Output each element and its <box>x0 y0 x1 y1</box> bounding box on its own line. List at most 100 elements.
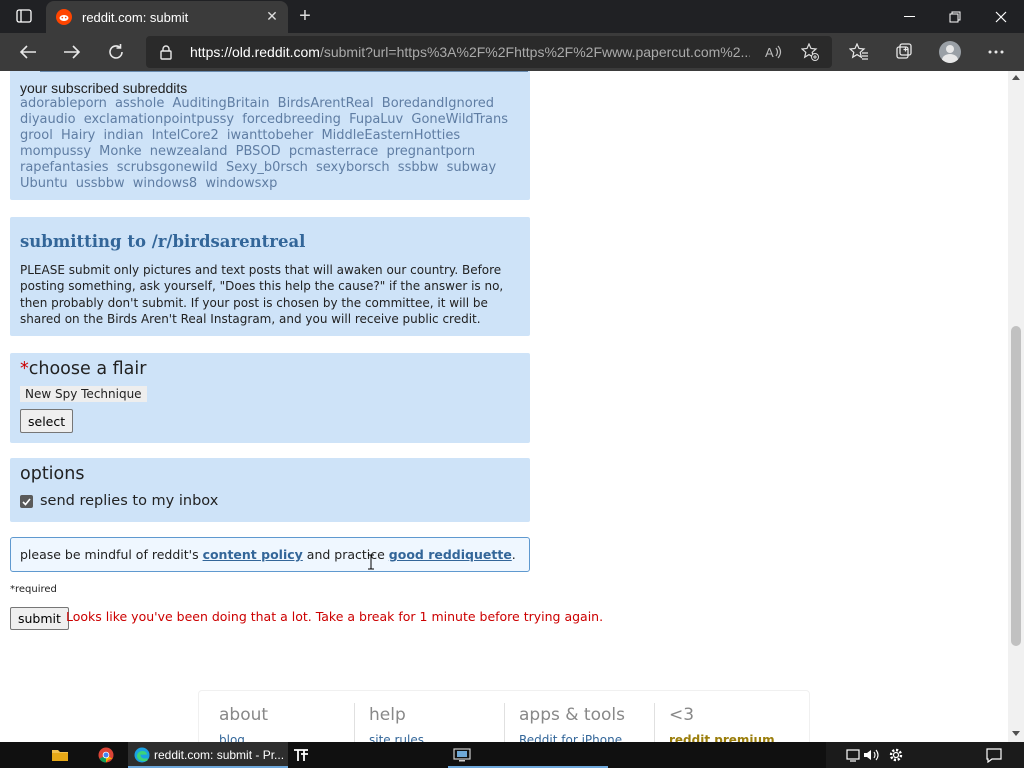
subreddit-link[interactable]: Monke <box>99 144 141 159</box>
subreddit-link[interactable]: mompussy <box>20 144 91 159</box>
flair-title-text: choose a flair <box>28 359 147 379</box>
footer-col-help: help site rules <box>369 705 424 742</box>
footer-link[interactable]: reddit premium <box>669 733 775 742</box>
subreddit-link[interactable]: sexyborsch <box>316 160 390 175</box>
minimize-icon[interactable] <box>886 0 932 33</box>
chrome-icon[interactable] <box>92 742 120 768</box>
taskbar-window-label: reddit.com: submit - Pr... <box>154 748 285 762</box>
read-aloud-icon[interactable]: A <box>764 42 784 62</box>
subreddit-link[interactable]: windowsxp <box>205 176 277 191</box>
subreddit-link[interactable]: adorableporn <box>20 96 107 111</box>
scrollbar-thumb[interactable] <box>1011 326 1021 646</box>
subreddit-link[interactable]: scrubsgonewild <box>117 160 218 175</box>
subreddit-link[interactable]: BirdsArentReal <box>278 96 374 111</box>
subreddit-link[interactable]: Sexy_b0rsch <box>226 160 308 175</box>
text-app-icon[interactable] <box>290 742 312 768</box>
remote-desktop-icon[interactable] <box>450 742 474 768</box>
subreddit-link[interactable]: Ubuntu <box>20 176 68 191</box>
subreddit-link[interactable]: windows8 <box>133 176 197 191</box>
submit-button[interactable]: submit <box>10 607 69 630</box>
back-icon[interactable] <box>12 36 44 68</box>
lock-icon[interactable] <box>156 42 176 62</box>
file-explorer-icon[interactable] <box>46 742 74 768</box>
subreddit-link[interactable]: iwanttobeher <box>227 128 313 143</box>
browser-tab[interactable]: reddit.com: submit ✕ <box>46 1 288 33</box>
subreddit-link[interactable]: FupaLuv <box>349 112 403 127</box>
reddit-favicon-icon <box>56 9 72 25</box>
subreddit-link[interactable]: AuditingBritain <box>173 96 270 111</box>
options-box: options send replies to my inbox <box>10 458 530 522</box>
url-text: https://old.reddit.com/submit?url=https%… <box>190 44 750 60</box>
address-bar[interactable]: https://old.reddit.com/submit?url=https%… <box>146 36 832 68</box>
footer-col-about: about blog <box>219 705 268 742</box>
title-bar: reddit.com: submit ✕ + <box>0 0 1024 33</box>
divider <box>504 703 505 742</box>
network-volume-icon[interactable] <box>844 742 884 768</box>
profile-avatar-icon[interactable] <box>934 36 966 68</box>
scroll-down-icon[interactable] <box>1012 731 1020 736</box>
subreddit-link[interactable]: GoneWildTrans <box>411 112 508 127</box>
subreddit-link[interactable]: forcedbreeding <box>242 112 341 127</box>
divider <box>654 703 655 742</box>
refresh-icon[interactable] <box>100 36 132 68</box>
flair-title: *choose a flair <box>20 359 146 379</box>
subreddit-link[interactable]: MiddleEasternHotties <box>321 128 460 143</box>
settings-gear-icon[interactable] <box>884 742 908 768</box>
close-window-icon[interactable] <box>978 0 1024 33</box>
restore-icon[interactable] <box>932 0 978 33</box>
reddiquette-link[interactable]: good reddiquette <box>389 547 512 562</box>
subreddit-link[interactable]: IntelCore2 <box>152 128 219 143</box>
subreddit-link[interactable]: asshole <box>115 96 164 111</box>
footer-col-heart: <3 reddit premium <box>669 705 775 742</box>
subreddit-link[interactable]: diyaudio <box>20 112 76 127</box>
subreddit-link[interactable]: ussbbw <box>76 176 125 191</box>
required-mark: * <box>20 359 29 379</box>
forward-icon[interactable] <box>56 36 88 68</box>
taskbar-edge-window[interactable]: reddit.com: submit - Pr... <box>128 742 288 768</box>
subreddit-link[interactable]: exclamationpointpussy <box>84 112 234 127</box>
scroll-up-icon[interactable] <box>1012 75 1020 80</box>
send-replies-label[interactable]: send replies to my inbox <box>40 493 218 509</box>
page-scrollbar[interactable] <box>1008 71 1024 742</box>
send-replies-checkbox[interactable] <box>20 495 33 508</box>
content-policy-notice: please be mindful of reddit's content po… <box>10 537 530 572</box>
subreddit-link[interactable]: Hairy <box>61 128 95 143</box>
subreddit-link[interactable]: pcmasterrace <box>289 144 378 159</box>
notifications-icon[interactable] <box>982 742 1006 768</box>
footer-heading: <3 <box>669 705 695 725</box>
subreddit-list: adorableporn asshole AuditingBritain Bir… <box>20 96 520 192</box>
policy-text: please be mindful of reddit's content po… <box>20 547 516 562</box>
close-tab-icon[interactable]: ✕ <box>264 9 280 25</box>
add-favorite-icon[interactable] <box>800 42 820 62</box>
options-title: options <box>20 464 85 484</box>
submitting-to-title: submitting to /r/birdsarentreal <box>20 232 306 251</box>
page-footer: about blog help site rules apps & tools … <box>198 690 810 742</box>
subreddit-link[interactable]: pregnantporn <box>386 144 475 159</box>
subreddit-link[interactable]: indian <box>104 128 144 143</box>
footer-link[interactable]: site rules <box>369 733 424 742</box>
page-viewport: your subscribed subreddits adorableporn … <box>0 71 1008 742</box>
footer-link[interactable]: Reddit for iPhone <box>519 733 625 742</box>
favorites-icon[interactable] <box>843 36 875 68</box>
selected-flair: New Spy Technique <box>20 386 147 402</box>
subreddit-link[interactable]: newzealand <box>150 144 228 159</box>
collections-icon[interactable] <box>888 36 920 68</box>
footer-heading: help <box>369 705 406 725</box>
content-policy-link[interactable]: content policy <box>203 547 303 562</box>
subreddit-link[interactable]: PBSOD <box>236 144 281 159</box>
select-flair-button[interactable]: select <box>20 409 74 433</box>
new-tab-icon[interactable]: + <box>294 5 316 27</box>
subreddit-link[interactable]: rapefantasies <box>20 160 109 175</box>
edge-icon <box>134 747 150 763</box>
more-menu-icon[interactable] <box>980 36 1012 68</box>
subreddit-link[interactable]: BoredandIgnored <box>382 96 494 111</box>
tab-actions-icon[interactable] <box>8 5 40 27</box>
subreddit-link[interactable]: ssbbw <box>398 160 439 175</box>
browser-toolbar: https://old.reddit.com/submit?url=https%… <box>0 33 1024 71</box>
subreddit-link[interactable]: subway <box>447 160 497 175</box>
flair-box: *choose a flair New Spy Technique select <box>10 353 530 443</box>
divider <box>354 703 355 742</box>
rate-limit-error: Looks like you've been doing that a lot.… <box>66 609 604 624</box>
footer-link[interactable]: blog <box>219 733 268 742</box>
subreddit-link[interactable]: grool <box>20 128 53 143</box>
